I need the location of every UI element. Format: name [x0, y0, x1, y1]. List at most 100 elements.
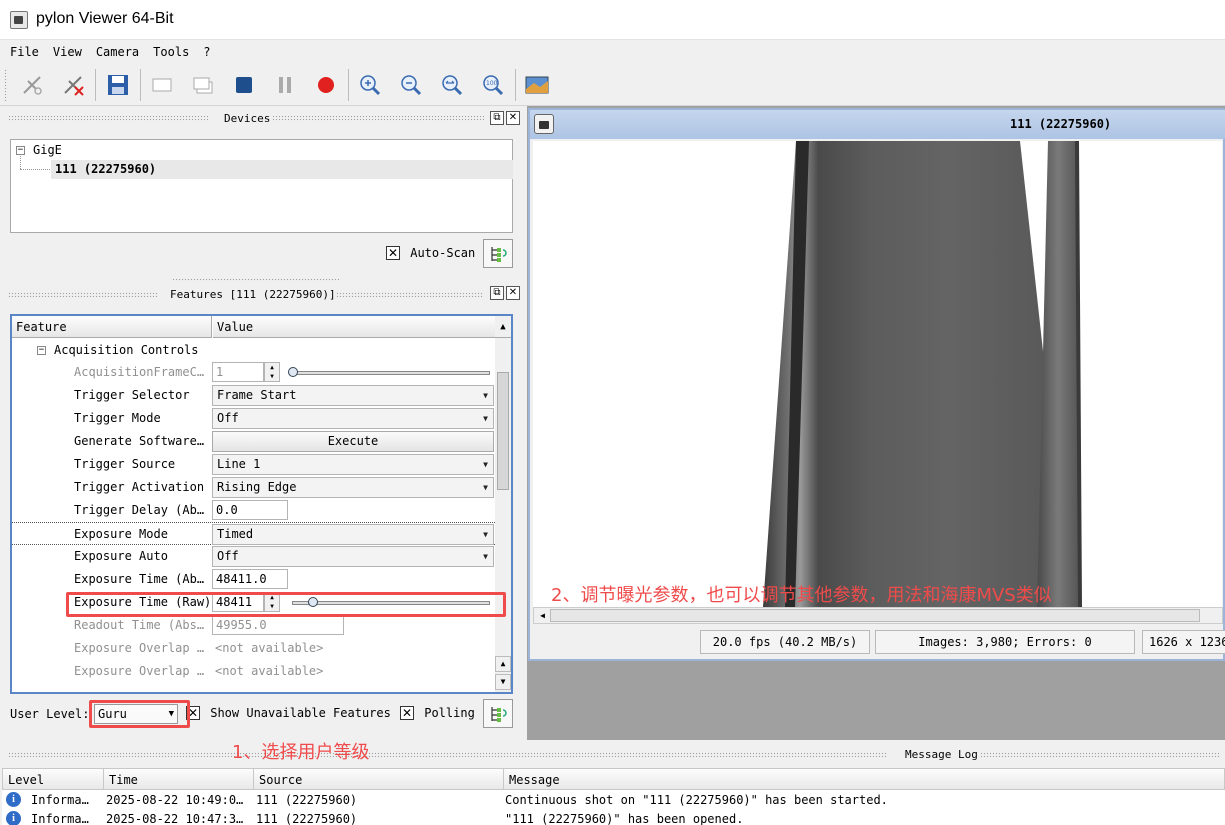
toolbar: 100: [0, 63, 1225, 106]
info-icon: i: [6, 792, 21, 807]
feature-combo[interactable]: Timed ▼: [212, 524, 494, 545]
feature-name: Exposure Overlap …: [74, 664, 205, 678]
menu-tools[interactable]: Tools: [153, 41, 189, 63]
combo-value: Rising Edge: [217, 480, 297, 494]
info-icon: i: [6, 811, 21, 825]
tree-node-camera[interactable]: 111 (22275960): [55, 162, 156, 176]
refresh-devices-button[interactable]: [483, 239, 513, 268]
svg-text:100: 100: [486, 80, 498, 87]
polling-check-icon: ✕: [400, 705, 414, 720]
auto-scan-label: Auto-Scan: [410, 245, 476, 260]
feature-edit[interactable]: 48411.0: [212, 569, 288, 589]
execute-button[interactable]: Execute: [212, 431, 494, 452]
tree-node-gige[interactable]: GigE: [33, 143, 62, 157]
record-icon[interactable]: [310, 69, 342, 101]
close-panel-icon[interactable]: ✕: [506, 286, 520, 300]
features-panel: Features [111 (22275960)] ⧉ ✕ Feature Va…: [0, 278, 523, 738]
menu-help[interactable]: ?: [203, 41, 210, 63]
log-col-level[interactable]: Level: [3, 769, 104, 791]
log-row[interactable]: i Informa… 2025-08-22 10:47:3… 111 (2227…: [2, 811, 1225, 825]
feature-table: Feature Value ▲ − Acquisition Controls A…: [10, 314, 513, 694]
zoom-in-icon[interactable]: [354, 69, 386, 101]
devices-panel: Devices ⧉ ✕ − GigE 111 (22275960) ✕ Auto…: [0, 108, 523, 276]
refresh-tree-icon: [491, 246, 507, 262]
chevron-down-icon: ▼: [483, 460, 488, 469]
menu-view[interactable]: View: [53, 41, 82, 63]
menu-file[interactable]: File: [10, 41, 39, 63]
combo-value: Frame Start: [217, 388, 297, 402]
float-panel-icon[interactable]: ⧉: [490, 286, 504, 300]
feature-combo[interactable]: Frame Start ▼: [212, 385, 494, 406]
menu-bar: File View Camera Tools?: [0, 41, 1225, 63]
feature-value-cell: Off ▼: [212, 545, 495, 568]
feature-row[interactable]: Readout Time (Abs… 49955.0: [12, 614, 495, 637]
feature-row[interactable]: Trigger Selector Frame Start ▼: [12, 384, 495, 407]
open-camera-icon[interactable]: [16, 69, 48, 101]
log-col-source[interactable]: Source: [254, 769, 504, 791]
show-unavailable-checkbox[interactable]: ✕ Show Unavailable Features: [186, 705, 391, 720]
single-shot-icon[interactable]: [146, 69, 178, 101]
feature-combo[interactable]: Off ▼: [212, 408, 494, 429]
zoom-fit-icon[interactable]: [436, 69, 468, 101]
feature-column-header[interactable]: Feature: [12, 316, 212, 338]
feature-name: Trigger Selector: [74, 388, 190, 402]
feature-value-cell: Execute: [212, 430, 495, 453]
camera-icon: [534, 114, 554, 134]
feature-spin-edit[interactable]: 1: [212, 362, 264, 382]
feature-edit[interactable]: 0.0: [212, 500, 288, 520]
zoom-100-icon[interactable]: 100: [477, 69, 509, 101]
feature-name: AcquisitionFrameC…: [74, 365, 205, 379]
log-row[interactable]: i Informa… 2025-08-22 10:49:0… 111 (2227…: [2, 792, 1225, 810]
refresh-features-button[interactable]: [483, 699, 513, 728]
highlight-user-level: [89, 700, 190, 728]
feature-row[interactable]: Trigger Delay (Ab… 0.0: [12, 499, 495, 522]
feature-combo[interactable]: Off ▼: [212, 546, 494, 567]
continuous-shot-icon[interactable]: [187, 69, 219, 101]
feature-row[interactable]: Exposure Overlap … <not available>: [12, 637, 495, 660]
image-window-titlebar[interactable]: 111 (22275960): [530, 110, 1225, 139]
feature-row[interactable]: Trigger Source Line 1 ▼: [12, 453, 495, 476]
slider-handle[interactable]: [288, 367, 298, 377]
feature-value-cell: 49955.0: [212, 614, 495, 637]
feature-row[interactable]: Exposure Time (Ab… 48411.0: [12, 568, 495, 591]
combo-value: Line 1: [217, 457, 261, 471]
close-camera-icon[interactable]: [57, 69, 89, 101]
zoom-out-icon[interactable]: [395, 69, 427, 101]
log-col-message[interactable]: Message: [504, 769, 1224, 791]
feature-name: Exposure Time (Ab…: [74, 572, 205, 586]
image-hscrollbar[interactable]: ◀: [533, 607, 1223, 624]
image-window-icon[interactable]: [521, 69, 553, 101]
chevron-down-icon: ▼: [483, 483, 488, 492]
log-col-time[interactable]: Time: [104, 769, 254, 791]
feature-name: Trigger Mode: [74, 411, 161, 425]
close-panel-icon[interactable]: ✕: [506, 111, 520, 125]
device-tree: − GigE 111 (22275960): [10, 139, 513, 233]
status-size: 1626 x 1236: [1142, 630, 1225, 654]
feature-row[interactable]: Exposure Mode Timed ▼: [12, 522, 495, 545]
feature-slider[interactable]: [292, 371, 490, 375]
pause-icon[interactable]: [269, 69, 301, 101]
feature-row[interactable]: Trigger Activation Rising Edge ▼: [12, 476, 495, 499]
feature-text-value: <not available>: [215, 664, 324, 678]
feature-row[interactable]: Generate Software… Execute: [12, 430, 495, 453]
feature-combo[interactable]: Line 1 ▼: [212, 454, 494, 475]
feature-row[interactable]: Exposure Auto Off ▼: [12, 545, 495, 568]
feature-row[interactable]: Trigger Mode Off ▼: [12, 407, 495, 430]
feature-name: Generate Software…: [74, 434, 205, 448]
polling-checkbox[interactable]: ✕ Polling: [400, 705, 475, 720]
group-acquisition-controls[interactable]: Acquisition Controls: [54, 343, 199, 357]
spin-arrows-icon[interactable]: ▲ ▼: [264, 362, 280, 382]
feature-row[interactable]: AcquisitionFrameC… 1 ▲ ▼: [12, 361, 495, 384]
stop-icon[interactable]: [228, 69, 260, 101]
value-column-header[interactable]: Value: [213, 316, 495, 338]
feature-row[interactable]: Exposure Overlap … <not available>: [12, 660, 495, 683]
save-icon[interactable]: [102, 69, 134, 101]
auto-scan-checkbox[interactable]: ✕ Auto-Scan: [386, 245, 475, 260]
highlight-exposure-raw: [66, 592, 506, 617]
feature-scrollbar[interactable]: ▲ ▼: [495, 338, 511, 692]
float-panel-icon[interactable]: ⧉: [490, 111, 504, 125]
menu-camera[interactable]: Camera: [96, 41, 139, 63]
annotation-step2: 2、调节曝光参数，也可以调节其他参数，用法和海康MVS类似: [551, 585, 1052, 606]
feature-combo[interactable]: Rising Edge ▼: [212, 477, 494, 498]
camera-image: [533, 141, 1222, 607]
